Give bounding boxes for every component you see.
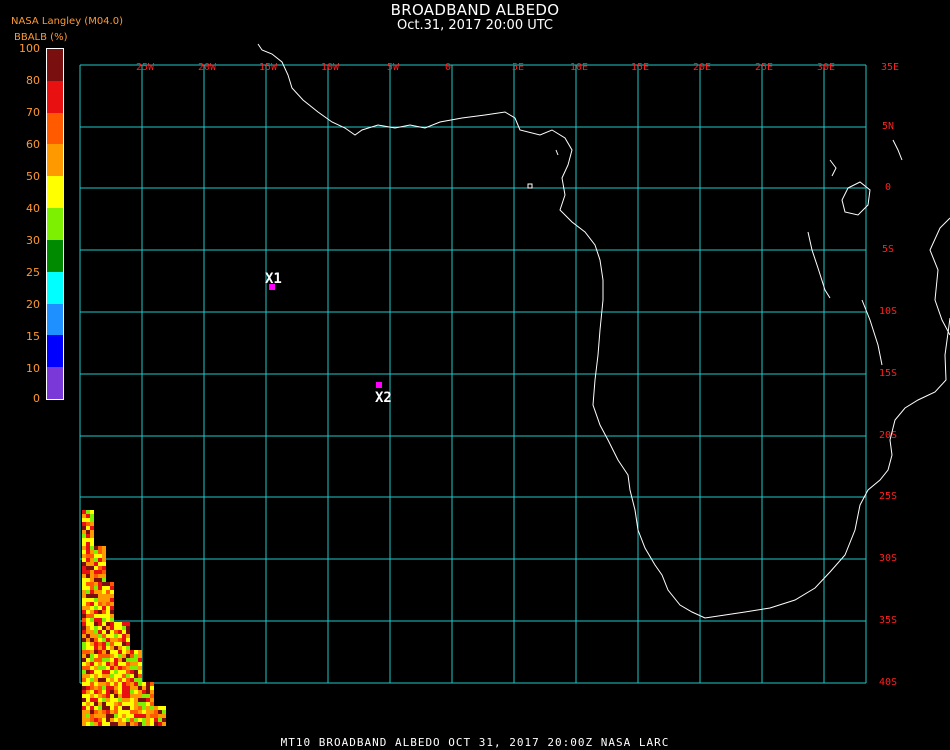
marker-x1-label: X1: [265, 271, 282, 287]
longitude-label: 5E: [512, 62, 524, 73]
longitude-label: 35E: [881, 62, 899, 73]
map-canvas: 25W 20W 15W 10W 5W 0 5E 10E 15E 20E 25E 30E 35E 5N 0 5S…: [79, 43, 950, 726]
longitude-label: 25W: [136, 62, 155, 73]
longitude-label: 5W: [387, 62, 400, 73]
latitude-label: 15S: [879, 368, 897, 379]
latitude-label: 5N: [882, 121, 894, 132]
island-bioko: [527, 183, 533, 189]
latitude-label: 35S: [879, 615, 897, 626]
latitude-label: 30S: [879, 553, 897, 564]
latitude-label: 0: [885, 182, 891, 193]
marker-x2-point: [376, 382, 382, 388]
longitude-label: 20W: [198, 62, 217, 73]
lake-tanganyika: [807, 231, 831, 299]
africa-coastline: [257, 43, 950, 619]
albedo-data-swath: [82, 510, 166, 726]
longitude-label: 30E: [817, 62, 835, 73]
marker-x2-label: X2: [375, 390, 392, 406]
latitude-label: 10S: [879, 306, 897, 317]
longitude-label: 20E: [693, 62, 711, 73]
longitude-label: 15W: [259, 62, 278, 73]
longitude-label: 0: [445, 62, 451, 73]
lake-albert: [829, 159, 837, 177]
latitude-label: 25S: [879, 491, 897, 502]
lake-turkana: [892, 139, 903, 161]
longitude-label: 10W: [321, 62, 340, 73]
longitude-label: 10E: [570, 62, 588, 73]
lat-lon-grid: [79, 64, 867, 684]
latitude-label: 40S: [879, 677, 897, 688]
latitude-label: 5S: [882, 244, 894, 255]
grid-labels: 25W 20W 15W 10W 5W 0 5E 10E 15E 20E 25E 30E 35E 5N 0 5S…: [136, 62, 899, 688]
longitude-label: 15E: [631, 62, 649, 73]
east-coastline: [929, 217, 950, 336]
island-sao-tome: [555, 149, 559, 156]
longitude-label: 25E: [755, 62, 773, 73]
latitude-label: 20S: [879, 430, 897, 441]
footer-caption: MT10 BROADBAND ALBEDO OCT 31, 2017 20:00…: [280, 736, 670, 749]
